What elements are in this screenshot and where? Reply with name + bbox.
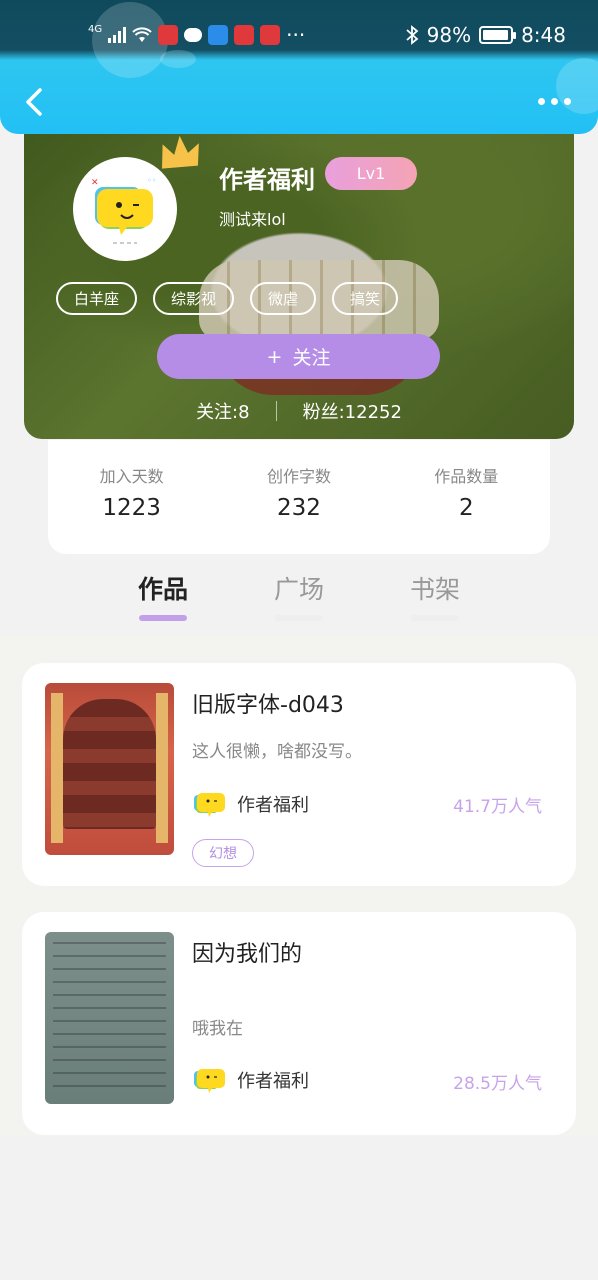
- profile-tag[interactable]: 微虐: [250, 282, 317, 315]
- top-bar: 4G ··· 98% 8:48: [0, 0, 598, 134]
- svg-text:◦◦: ◦◦: [147, 176, 156, 185]
- profile-header: ✕ ◦◦ 作者福利 Lv1 测试来lol 白羊座 综影视 微虐 搞笑 + 关注 …: [24, 110, 574, 439]
- tab-indicator: [411, 615, 459, 621]
- author-signature: 测试来lol: [219, 210, 286, 229]
- clock: 8:48: [521, 23, 566, 47]
- following-count[interactable]: 关注:8: [196, 398, 250, 424]
- work-description: 这人很懒，啥都没写。: [192, 742, 362, 762]
- avatar-image: ✕ ◦◦: [91, 176, 156, 244]
- tab-indicator: [139, 615, 187, 621]
- tab-bookshelf[interactable]: 书架: [367, 570, 503, 630]
- crown-icon: [162, 135, 199, 169]
- divider: [275, 401, 277, 421]
- follow-counts: 关注:8 粉丝:12252: [24, 398, 574, 424]
- battery-icon: [479, 26, 517, 44]
- level-badge: Lv1: [325, 157, 417, 190]
- follow-button-label: 关注: [292, 347, 331, 369]
- profile-tag[interactable]: 白羊座: [56, 282, 138, 315]
- work-card[interactable]: 旧版字体-d043 这人很懒，啥都没写。 作者福利 41.7万人气 幻想: [22, 663, 576, 886]
- work-description: 哦我在: [192, 1019, 243, 1039]
- work-card[interactable]: 因为我们的 哦我在 作者福利 28.5万人气: [22, 912, 576, 1135]
- status-bar: 4G ··· 98% 8:48: [0, 18, 598, 52]
- tab-works[interactable]: 作品: [95, 570, 231, 630]
- stat-word-count: 创作字数 232: [266, 467, 331, 521]
- author-name: 作者福利: [237, 795, 309, 816]
- more-notifications-icon: ···: [286, 23, 306, 47]
- work-title: 因为我们的: [192, 942, 303, 967]
- chevron-left-icon: [26, 88, 42, 116]
- bluetooth-icon: [406, 25, 419, 45]
- work-cover: [45, 683, 174, 855]
- more-options-button[interactable]: [532, 92, 576, 110]
- author-avatar-icon: [194, 1069, 225, 1093]
- work-author[interactable]: 作者福利: [192, 789, 309, 819]
- signal-icon: [108, 27, 127, 43]
- popularity: 41.7万人气: [453, 797, 542, 817]
- author-name: 作者福利: [237, 1071, 309, 1092]
- profile-tag[interactable]: 综影视: [153, 282, 235, 315]
- profile-tags: 白羊座 综影视 微虐 搞笑: [56, 282, 399, 315]
- author-avatar-icon: [194, 793, 225, 817]
- svg-text:✕: ✕: [91, 178, 99, 188]
- back-button[interactable]: [18, 84, 54, 120]
- author-name: 作者福利: [219, 166, 315, 194]
- network-type: 4G: [88, 23, 103, 35]
- popularity: 28.5万人气: [453, 1074, 542, 1094]
- tab-indicator: [275, 615, 323, 621]
- cloud-icon: [208, 25, 229, 45]
- app-notification-icon: [158, 25, 179, 45]
- stats-card: 加入天数 1223 创作字数 232 作品数量 2: [48, 440, 550, 554]
- profile-tag[interactable]: 搞笑: [332, 282, 399, 315]
- stat-join-days: 加入天数 1223: [99, 467, 164, 521]
- follow-button[interactable]: + 关注: [157, 334, 440, 379]
- stat-works-count: 作品数量 2: [434, 467, 499, 521]
- app-notification-icon: [260, 25, 281, 45]
- work-author[interactable]: 作者福利: [192, 1065, 309, 1095]
- battery-percent: 98%: [426, 23, 472, 47]
- followers-count[interactable]: 粉丝:12252: [303, 398, 402, 424]
- decoration-bubble: [160, 50, 196, 68]
- profile-tabs: 作品 广场 书架: [95, 570, 503, 630]
- app-notification-icon: [234, 25, 255, 45]
- tab-square[interactable]: 广场: [231, 570, 367, 630]
- message-icon: [184, 28, 203, 42]
- genre-tag[interactable]: 幻想: [192, 839, 254, 867]
- ellipsis-icon: [537, 97, 545, 105]
- work-cover: [45, 932, 174, 1104]
- work-title: 旧版字体-d043: [192, 693, 344, 718]
- wifi-icon: [132, 27, 152, 42]
- plus-icon: +: [266, 345, 283, 368]
